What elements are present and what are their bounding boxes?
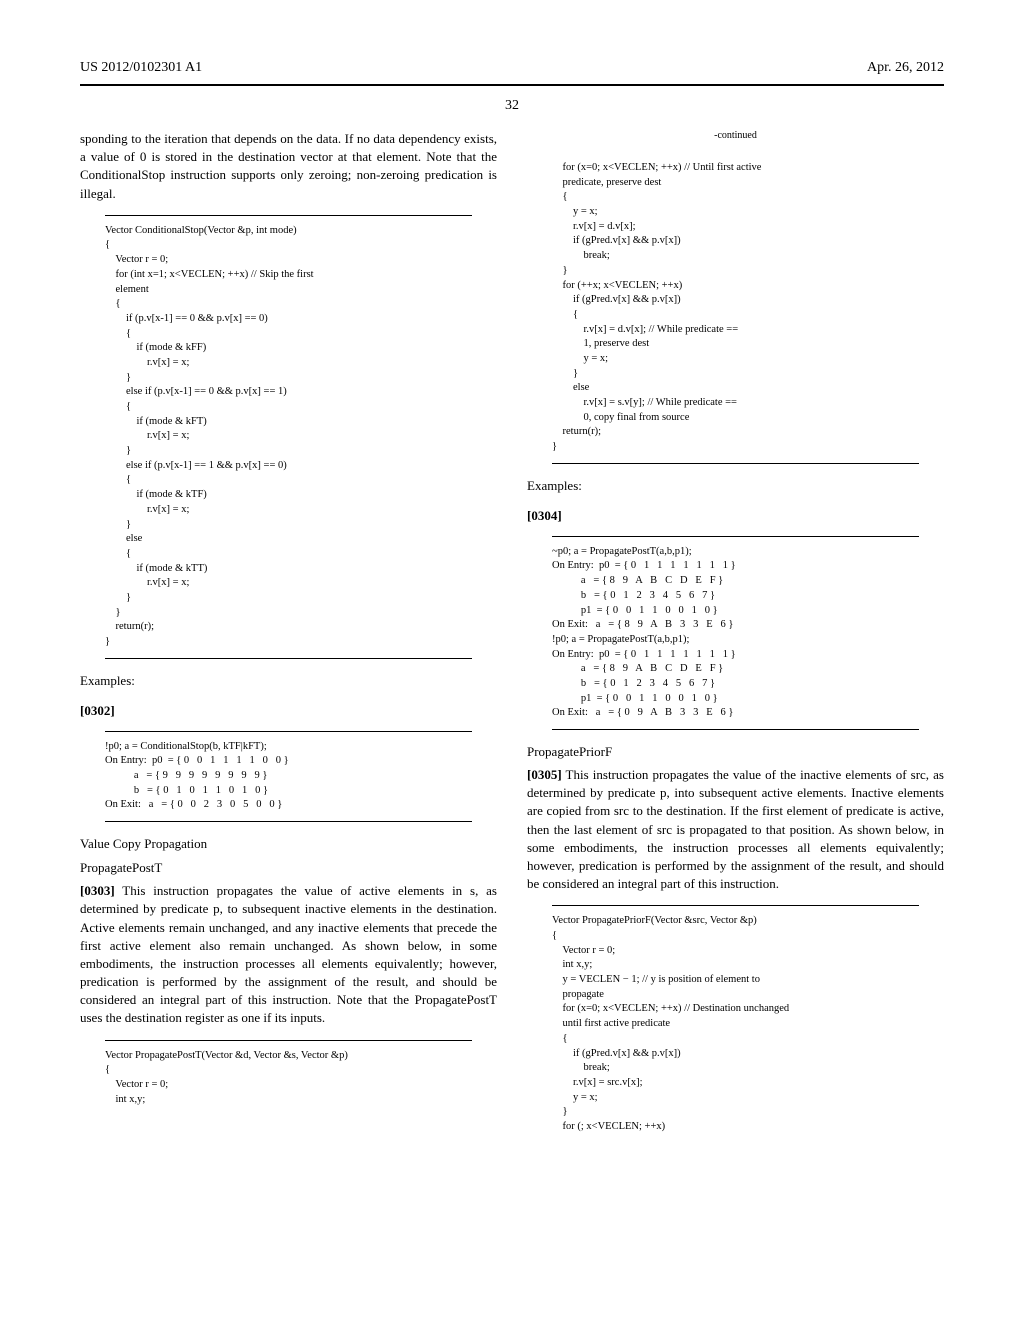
value-copy-propagation-label: Value Copy Propagation	[80, 836, 497, 852]
code-propagatepriorf: Vector PropagatePriorF(Vector &src, Vect…	[552, 905, 919, 1142]
examples-label: Examples:	[80, 673, 497, 689]
para-0303-text: [0303] This instruction propagates the v…	[80, 882, 497, 1028]
code-propagatepostt-cont: for (x=0; x<VECLEN; ++x) // Until first …	[552, 153, 919, 464]
para-0305-body: This instruction propagates the value of…	[527, 767, 944, 891]
examples-label-2: Examples:	[527, 478, 944, 494]
continued-label: -continued	[527, 130, 944, 141]
page-number: 32	[80, 98, 944, 114]
left-column: sponding to the iteration that depends o…	[80, 130, 497, 1155]
para-0305-text: [0305] This instruction propagates the v…	[527, 766, 944, 893]
code-conditionalstop: Vector ConditionalStop(Vector &p, int mo…	[105, 215, 472, 659]
publication-number: US 2012/0102301 A1	[80, 60, 202, 76]
intro-paragraph: sponding to the iteration that depends o…	[80, 130, 497, 203]
publication-date: Apr. 26, 2012	[867, 60, 944, 76]
header-divider	[80, 84, 944, 86]
para-0302: [0302]	[80, 703, 115, 718]
para-0303-body: This instruction propagates the value of…	[80, 883, 497, 1025]
para-0304: [0304]	[527, 508, 562, 523]
example-propagatepostt: ~p0; a = PropagatePostT(a,b,p1); On Entr…	[552, 536, 919, 730]
code-propagatepostt-start: Vector PropagatePostT(Vector &d, Vector …	[105, 1040, 472, 1116]
propagatepostt-label: PropagatePostT	[80, 860, 497, 876]
example-conditionalstop: !p0; a = ConditionalStop(b, kTF|kFT); On…	[105, 731, 472, 822]
right-column: -continued for (x=0; x<VECLEN; ++x) // U…	[527, 130, 944, 1155]
para-0305-num: [0305]	[527, 767, 562, 782]
propagatepriorf-label: PropagatePriorF	[527, 744, 944, 760]
para-0303-num: [0303]	[80, 883, 115, 898]
